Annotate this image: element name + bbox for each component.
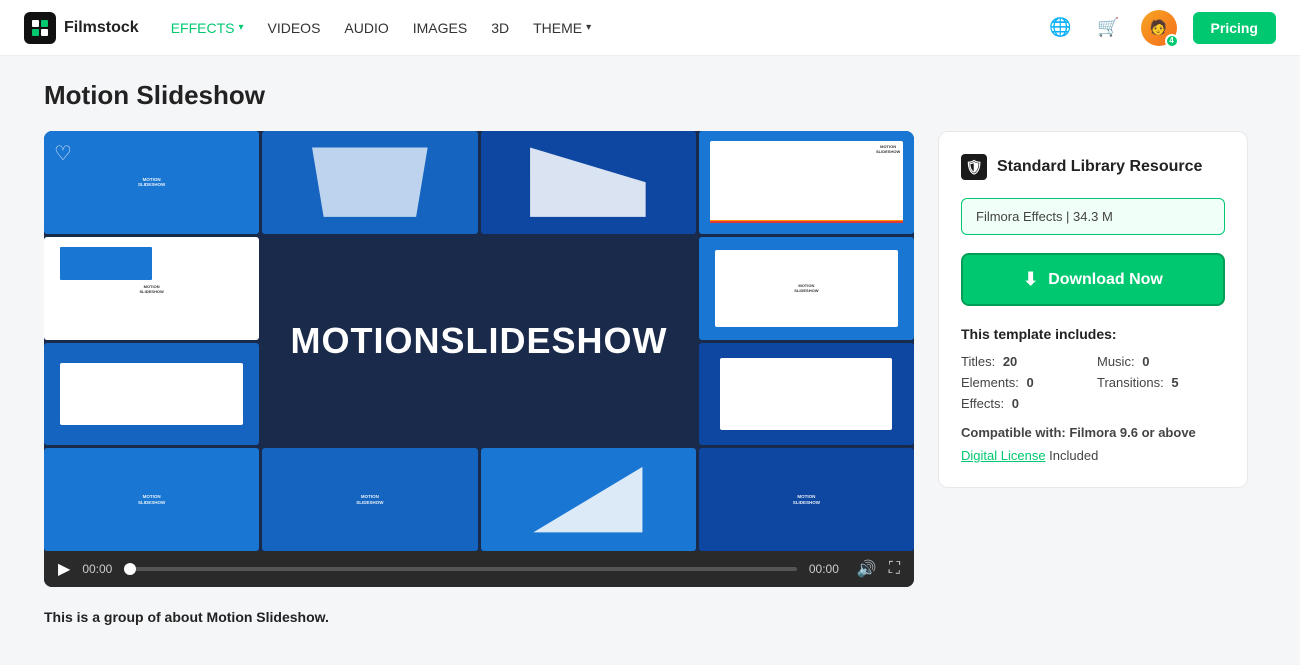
- grid-cell: [699, 343, 914, 446]
- nav-audio[interactable]: AUDIO: [344, 20, 388, 36]
- nav-images[interactable]: IMAGES: [413, 20, 467, 36]
- volume-icon[interactable]: 🔊: [857, 559, 877, 579]
- time-total: 00:00: [809, 562, 845, 576]
- grid-cell: MOTIONSLIDESHOW: [699, 448, 914, 551]
- chevron-down-icon: ▾: [238, 22, 243, 33]
- grid-cell: MOTIONSLIDESHOW: [699, 237, 914, 340]
- grid-cell: [481, 131, 696, 234]
- file-info-text: Filmora Effects | 34.3 M: [976, 209, 1113, 224]
- music-label: Music: 0: [1097, 354, 1225, 369]
- time-current: 00:00: [82, 562, 118, 576]
- download-button[interactable]: ⬇ Download Now: [961, 253, 1225, 306]
- globe-icon[interactable]: 🌐: [1045, 12, 1077, 44]
- resource-panel: 🛡 Standard Library Resource Filmora Effe…: [938, 131, 1248, 488]
- play-button[interactable]: ▶: [58, 559, 70, 579]
- grid-cell: MOTIONSLIDESHOW: [44, 237, 259, 340]
- notification-badge: 4: [1165, 34, 1179, 48]
- elements-label: Elements: 0: [961, 375, 1089, 390]
- navbar-right: 🌐 🛒 🧑 4 Pricing: [1045, 10, 1276, 46]
- grid-cell: MOTIONSLIDESHOW: [44, 131, 259, 234]
- effects-label: Effects: 0: [961, 396, 1089, 411]
- grid-cell: MOTIONSLIDESHOW: [44, 448, 259, 551]
- fullscreen-icon[interactable]: ⛶: [889, 560, 900, 578]
- video-controls: ▶ 00:00 00:00 🔊 ⛶: [44, 551, 914, 587]
- video-center-text: MOTION SLIDESHOW: [262, 237, 696, 446]
- page-title: Motion Slideshow: [44, 80, 1256, 111]
- page-content: Motion Slideshow ♡ MOTIONSLIDESHOW: [20, 56, 1280, 665]
- progress-thumb: [124, 563, 136, 575]
- logo-text: Filmstock: [64, 19, 139, 37]
- progress-bar[interactable]: [130, 567, 797, 571]
- transitions-label: Transitions: 5: [1097, 375, 1225, 390]
- download-label: Download Now: [1048, 271, 1163, 289]
- resource-header: 🛡 Standard Library Resource: [961, 154, 1225, 180]
- digital-license-link[interactable]: Digital License: [961, 448, 1046, 463]
- avatar[interactable]: 🧑 4: [1141, 10, 1177, 46]
- license-suffix: Included: [1049, 448, 1098, 463]
- pricing-button[interactable]: Pricing: [1193, 12, 1276, 44]
- file-info-box: Filmora Effects | 34.3 M: [961, 198, 1225, 235]
- logo[interactable]: Filmstock: [24, 12, 139, 44]
- nav-videos[interactable]: VIDEOS: [268, 20, 321, 36]
- nav-effects[interactable]: EFFECTS ▾: [171, 20, 244, 36]
- grid-cell: [481, 448, 696, 551]
- grid-cell: MOTIONSLIDESHOW: [262, 448, 477, 551]
- video-player: ♡ MOTIONSLIDESHOW: [44, 131, 914, 587]
- grid-cell: [262, 131, 477, 234]
- content-row: ♡ MOTIONSLIDESHOW: [44, 131, 1256, 587]
- resource-label: Standard Library Resource: [997, 158, 1202, 176]
- compatible-row: Compatible with: Filmora 9.6 or above: [961, 425, 1225, 440]
- navbar: Filmstock EFFECTS ▾ VIDEOS AUDIO IMAGES …: [0, 0, 1300, 56]
- description: This is a group of about Motion Slidesho…: [44, 609, 1256, 625]
- titles-label: Titles: 20: [961, 354, 1089, 369]
- template-details: Titles: 20 Music: 0 Elements: 0 Transiti…: [961, 354, 1225, 411]
- heart-icon[interactable]: ♡: [54, 141, 72, 166]
- nav-3d[interactable]: 3D: [491, 20, 509, 36]
- video-preview: ♡ MOTIONSLIDESHOW: [44, 131, 914, 551]
- grid-cell: MOTIONSLIDESHOW: [699, 131, 914, 234]
- license-row: Digital License Included: [961, 448, 1225, 463]
- chevron-down-icon: ▾: [586, 22, 591, 33]
- grid-cell: [44, 343, 259, 446]
- logo-icon: [24, 12, 56, 44]
- template-includes-label: This template includes:: [961, 326, 1225, 342]
- shield-icon: 🛡: [961, 154, 987, 180]
- download-icon: ⬇: [1023, 269, 1038, 290]
- cart-icon[interactable]: 🛒: [1093, 12, 1125, 44]
- nav-theme[interactable]: THEME ▾: [533, 20, 591, 36]
